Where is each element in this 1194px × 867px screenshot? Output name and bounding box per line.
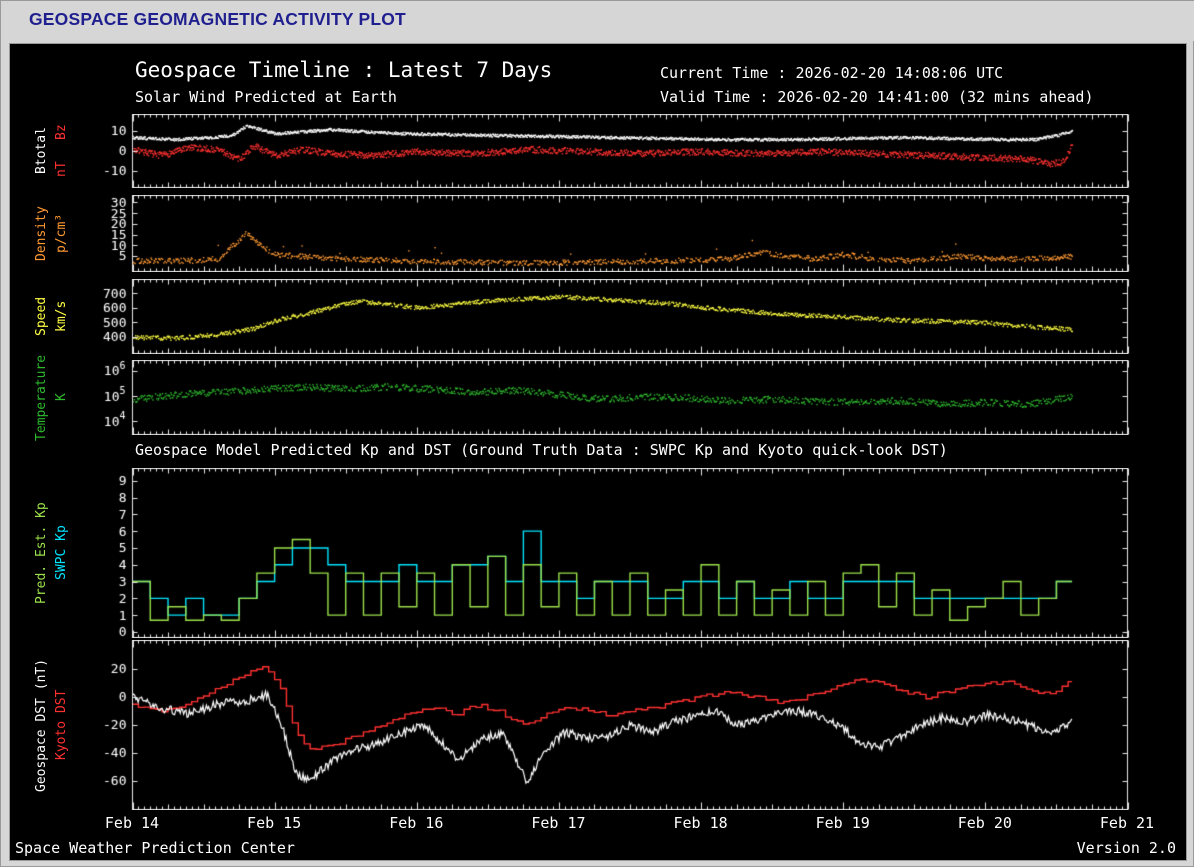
kp-dst-section-title: Geospace Model Predicted Kp and DST (Gro… [135, 441, 948, 459]
axis-label-bz: Bz [52, 114, 71, 151]
axis-label-btotal: Btotal [32, 114, 51, 188]
chart-panel-dst [94, 640, 1134, 810]
axis-label-speed: Speed [32, 279, 51, 354]
footer-swpc: Space Weather Prediction Center [15, 839, 295, 857]
x-axis-label-feb-21: Feb 21 [1082, 814, 1172, 832]
axis-label-k: K [52, 360, 71, 435]
current-time-label: Current Time : 2026-02-20 14:08:06 UTC [660, 64, 1003, 82]
x-axis-label-feb-20: Feb 20 [940, 814, 1030, 832]
page-header: GEOSPACE GEOMAGNETIC ACTIVITY PLOT [1, 1, 1194, 41]
page: { "page": { "header_title": "GEOSPACE GE… [0, 0, 1194, 867]
x-axis-label-feb-18: Feb 18 [656, 814, 746, 832]
axis-label-nt: nT [52, 151, 71, 188]
valid-time-label: Valid Time : 2026-02-20 14:41:00 (32 min… [660, 88, 1093, 106]
x-axis-label-feb-15: Feb 15 [229, 814, 319, 832]
chart-panel-imf [94, 114, 1134, 188]
chart-panel-temperature [94, 360, 1134, 435]
axis-label-swpc-kp: SWPC Kp [52, 468, 71, 638]
solar-wind-subtitle: Solar Wind Predicted at Earth [135, 88, 397, 106]
footer-version: Version 2.0 [1077, 839, 1176, 857]
chart-panel-density [94, 195, 1134, 272]
axis-label-p-cm: p/cm³ [52, 195, 71, 272]
axis-label-kyoto-dst: Kyoto DST [52, 640, 71, 810]
x-axis-label-feb-17: Feb 17 [513, 814, 603, 832]
x-axis-label-feb-14: Feb 14 [87, 814, 177, 832]
axis-label-temperature: Temperature [32, 360, 51, 435]
geospace-plot: Geospace Timeline : Latest 7 Days Curren… [9, 43, 1187, 861]
plot-title: Geospace Timeline : Latest 7 Days [135, 58, 552, 82]
x-axis-label-feb-19: Feb 19 [798, 814, 888, 832]
axis-label-km-s: km/s [52, 279, 71, 354]
chart-panel-kp [94, 468, 1134, 638]
page-title: GEOSPACE GEOMAGNETIC ACTIVITY PLOT [29, 9, 406, 30]
chart-panel-speed [94, 279, 1134, 354]
x-axis-label-feb-16: Feb 16 [371, 814, 461, 832]
axis-label-pred-est-kp: Pred. Est. Kp [32, 468, 51, 638]
axis-label-geospace-dst-nt: Geospace DST (nT) [32, 640, 51, 810]
axis-label-density: Density [32, 195, 51, 272]
